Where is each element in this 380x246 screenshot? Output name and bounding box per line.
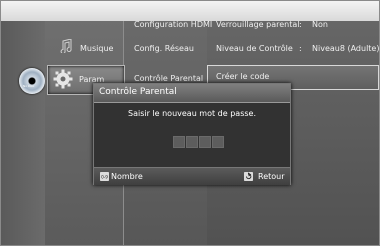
option-level-value: Niveau8 (Adulte) xyxy=(312,44,380,53)
pin-digit-box[interactable] xyxy=(186,136,198,148)
option-lock-label[interactable]: Verrouillage parental xyxy=(216,20,299,29)
top-bar xyxy=(1,1,379,22)
dialog-footer: 0-9 Nombre Retour xyxy=(94,167,290,185)
dialog-message: Saisir le nouveau mot de passe. xyxy=(127,109,256,118)
dialog-title-bar: Contrôle Parental xyxy=(94,84,290,103)
option-create-code-label: Créer le code xyxy=(216,72,270,81)
number-keys-icon: 0-9 xyxy=(100,172,109,181)
return-icon[interactable] xyxy=(244,172,253,181)
footer-return-label[interactable]: Retour xyxy=(258,172,285,181)
left-panel xyxy=(1,21,45,245)
option-level-sep: : xyxy=(299,44,302,53)
screen: No Disc Musique Param Configuration HDMI… xyxy=(0,0,380,246)
footer-number-label: Nombre xyxy=(111,172,143,181)
option-lock-sep: : xyxy=(299,20,302,29)
pin-digit-box[interactable] xyxy=(212,136,224,148)
submenu-item-parental[interactable]: Contrôle Parental xyxy=(134,74,203,83)
dialog-title: Contrôle Parental xyxy=(99,87,177,97)
submenu-item-hdmi[interactable]: Configuration HDMI xyxy=(134,20,212,29)
pin-digit-box[interactable] xyxy=(173,136,185,148)
menu-frame: No Disc Musique Param Configuration HDMI… xyxy=(0,0,380,246)
gear-icon xyxy=(53,69,73,89)
option-lock-value: Non xyxy=(312,20,328,29)
music-icon xyxy=(60,39,72,53)
parental-dialog: Contrôle Parental Saisir le nouveau mot … xyxy=(93,83,291,185)
option-level-label[interactable]: Niveau de Contrôle xyxy=(216,44,293,53)
number-keys-icon-text: 0-9 xyxy=(101,175,108,180)
pin-digit-box[interactable] xyxy=(199,136,211,148)
disc-icon xyxy=(19,68,45,94)
menu-item-music[interactable]: Musique xyxy=(80,44,113,53)
disc-label: No Disc xyxy=(23,84,35,88)
submenu-item-network[interactable]: Config. Réseau xyxy=(134,44,194,53)
